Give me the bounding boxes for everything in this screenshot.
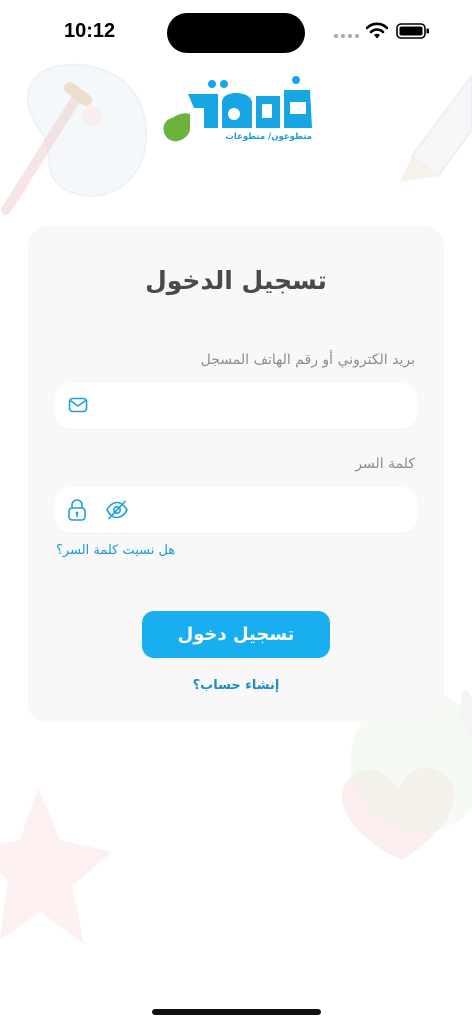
login-card: تسجيل الدخول بريد الكتروني أو رقم الهاتف…: [28, 226, 444, 722]
dynamic-island: [167, 13, 305, 53]
paintbrush-doodle: [1, 82, 92, 215]
email-field[interactable]: [55, 383, 417, 429]
wifi-icon: [366, 22, 388, 39]
logo-tagline: متطوعون/ متطوعات: [225, 132, 312, 142]
lock-icon: [68, 499, 86, 521]
password-field[interactable]: [55, 487, 417, 533]
eye-off-icon[interactable]: [105, 500, 129, 520]
create-account-link[interactable]: إنشاء حساب؟: [28, 678, 444, 693]
mail-icon: [68, 397, 88, 413]
status-bar: 10:12: [0, 0, 472, 62]
email-label: بريد الكتروني أو رقم الهاتف المسجل: [200, 352, 415, 368]
heart-doodle: [341, 767, 455, 860]
email-input[interactable]: [145, 383, 403, 429]
password-input[interactable]: [145, 487, 403, 533]
app-logo: متطوعون/ متطوعات: [160, 72, 316, 146]
pencil-doodle: [400, 74, 472, 182]
forgot-password-link[interactable]: هل نسيت كلمة السر؟: [56, 543, 175, 558]
paint-palette-doodle: [26, 63, 148, 197]
cellular-signal-icon: [334, 34, 359, 38]
password-label: كلمة السر: [355, 456, 415, 472]
status-time: 10:12: [64, 20, 116, 42]
battery-icon: [396, 23, 429, 39]
home-indicator: [152, 1009, 321, 1015]
login-title: تسجيل الدخول: [145, 266, 327, 295]
login-button[interactable]: تسجيل دخول: [142, 611, 330, 658]
star-doodle: [0, 788, 112, 944]
